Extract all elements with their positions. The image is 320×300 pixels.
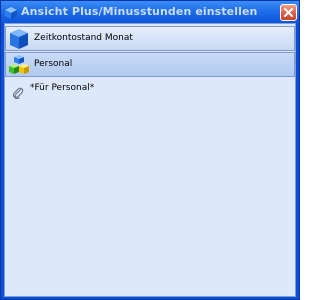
dialog-window: Ansicht Plus/Minusstunden einstellen Zei: [0, 0, 300, 300]
tree-item-label: *Für Personal*: [30, 83, 95, 93]
tree-item-label: Zeitkontostand Monat: [34, 33, 133, 43]
cube-icon: [4, 5, 18, 19]
close-icon: [283, 3, 294, 22]
blue-cube-icon: [8, 28, 30, 50]
tree-list: Zeitkontostand Monat Personal *Für Perso…: [5, 26, 295, 100]
close-button[interactable]: [280, 4, 297, 21]
tree-item-personal[interactable]: Personal: [5, 52, 295, 77]
tree-item-fuer-personal[interactable]: *Für Personal*: [5, 78, 295, 100]
window-title: Ansicht Plus/Minusstunden einstellen: [21, 5, 258, 18]
tree-panel: Zeitkontostand Monat Personal *Für Perso…: [4, 23, 296, 297]
colored-cubes-icon: [8, 54, 30, 76]
paperclip-icon: [12, 84, 24, 100]
tree-item-zeitkontostand-monat[interactable]: Zeitkontostand Monat: [5, 26, 295, 51]
title-bar[interactable]: Ansicht Plus/Minusstunden einstellen: [1, 1, 299, 23]
tree-item-label: Personal: [34, 59, 73, 69]
